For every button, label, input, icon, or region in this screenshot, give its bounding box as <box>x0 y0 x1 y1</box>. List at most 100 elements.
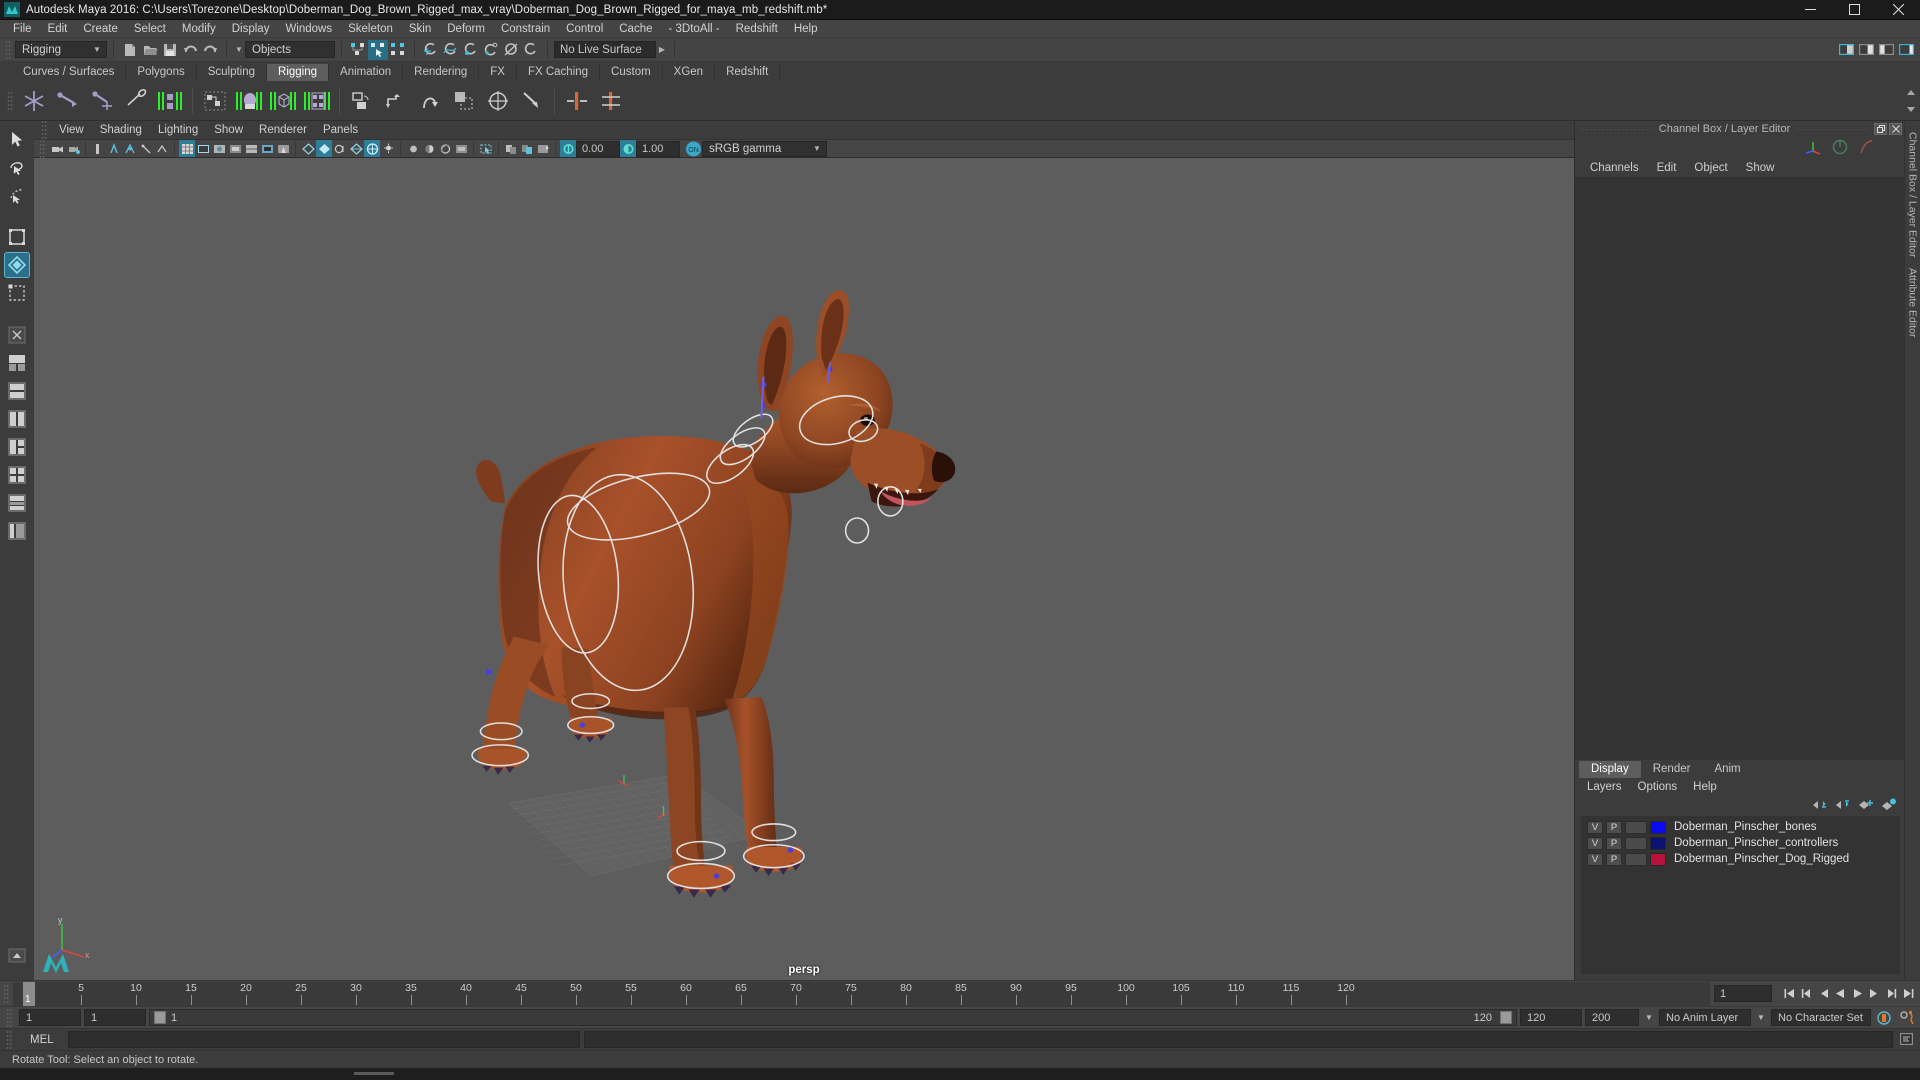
textured-icon[interactable] <box>364 140 380 157</box>
scale-tool-icon[interactable] <box>4 280 30 306</box>
close-button[interactable] <box>1876 0 1920 20</box>
minimize-button[interactable] <box>1788 0 1832 20</box>
rotate-tool-icon[interactable] <box>4 252 30 278</box>
create-deformer-icon[interactable] <box>562 85 592 117</box>
layout-hypergraph-icon[interactable] <box>4 518 30 544</box>
go-to-end-icon[interactable] <box>1901 986 1916 1002</box>
viewport-menu-shading[interactable]: Shading <box>92 121 150 139</box>
smooth-bind-icon[interactable] <box>268 85 298 117</box>
select-hierarchy-icon[interactable] <box>348 40 368 60</box>
motion-blur-icon[interactable] <box>453 140 469 157</box>
channel-menu-edit[interactable]: Edit <box>1648 159 1686 177</box>
layer-color-swatch[interactable] <box>1650 820 1666 834</box>
tool-settings-icon[interactable] <box>1876 40 1896 60</box>
channel-box-icon[interactable] <box>1896 40 1916 60</box>
shelf-grip[interactable] <box>7 90 14 111</box>
range-slider-left-knob[interactable] <box>154 1011 166 1024</box>
last-tool-icon[interactable] <box>4 322 30 348</box>
shaded-wireframe-icon[interactable] <box>348 140 364 157</box>
anim-end-field[interactable]: 200 <box>1585 1009 1639 1026</box>
layer-tab-render[interactable]: Render <box>1640 761 1703 778</box>
xray-icon[interactable] <box>503 140 519 157</box>
command-line-grip[interactable] <box>6 1029 13 1050</box>
channel-menu-show[interactable]: Show <box>1737 159 1784 177</box>
lasso-select-tool-icon[interactable] <box>4 154 30 180</box>
select-component-icon[interactable] <box>388 40 408 60</box>
range-start-field[interactable]: 1 <box>19 1009 81 1026</box>
move-tool-icon[interactable] <box>4 224 30 250</box>
snap-projected-icon[interactable] <box>481 40 501 60</box>
paint-skin-weights-icon[interactable] <box>234 85 264 117</box>
shelf-tab-redshift[interactable]: Redshift <box>715 64 781 81</box>
command-output[interactable] <box>584 1031 1893 1048</box>
menu-cache[interactable]: Cache <box>611 20 660 38</box>
selection-mask-chevron-icon[interactable]: ▼ <box>233 45 245 54</box>
layer-reserved-cell[interactable] <box>1625 820 1647 834</box>
gamma-toggle-icon[interactable] <box>620 140 636 157</box>
layer-playback-toggle[interactable]: P <box>1606 836 1622 850</box>
close-panel-icon[interactable] <box>1889 123 1902 135</box>
layout-persp-outliner-icon[interactable] <box>4 490 30 516</box>
color-management-selector[interactable]: sRGB gamma ▼ <box>702 140 827 157</box>
camera-attributes-icon[interactable] <box>90 140 106 157</box>
xray-joints-icon[interactable] <box>519 140 535 157</box>
go-to-start-icon[interactable] <box>1782 986 1797 1002</box>
render-settings-icon[interactable] <box>275 140 291 157</box>
create-ik-spline-handle-icon[interactable] <box>87 85 117 117</box>
make-live-icon[interactable] <box>521 40 541 60</box>
layer-tab-display[interactable]: Display <box>1579 761 1641 778</box>
shelf-tab-rigging[interactable]: Rigging <box>267 64 330 81</box>
layer-playback-toggle[interactable]: P <box>1606 820 1622 834</box>
new-layer-icon[interactable] <box>1858 798 1873 813</box>
shelf-tab-rendering[interactable]: Rendering <box>403 64 480 81</box>
layer-visibility-toggle[interactable]: V <box>1587 852 1603 866</box>
menu-redshift[interactable]: Redshift <box>728 20 786 38</box>
select-tool-icon[interactable] <box>4 126 30 152</box>
play-backwards-icon[interactable] <box>1833 986 1848 1002</box>
bind-skin-icon[interactable] <box>155 85 185 117</box>
table-row[interactable]: V P Doberman_Pinscher_bones <box>1581 819 1900 835</box>
smooth-shade-all-icon[interactable] <box>300 140 316 157</box>
play-forwards-icon[interactable] <box>1850 986 1865 1002</box>
point-constraint-icon[interactable] <box>381 85 411 117</box>
selection-mask-field[interactable]: Objects <box>245 41 335 58</box>
safe-title-icon[interactable] <box>259 140 275 157</box>
table-row[interactable]: V P Doberman_Pinscher_Dog_Rigged <box>1581 851 1900 867</box>
menu-skin[interactable]: Skin <box>401 20 439 38</box>
bookmarks-icon[interactable] <box>65 140 81 157</box>
range-slider-bar[interactable]: 1 120 <box>149 1009 1517 1026</box>
anim-layer-field[interactable]: No Anim Layer <box>1659 1009 1751 1026</box>
layout-more-icon[interactable] <box>4 943 30 969</box>
layer-menu-layers[interactable]: Layers <box>1579 778 1630 796</box>
image-plane-icon[interactable] <box>106 140 122 157</box>
command-language-label[interactable]: MEL <box>20 1034 64 1046</box>
interactive-bind-icon[interactable] <box>200 85 230 117</box>
command-input[interactable] <box>68 1031 580 1048</box>
wireframe-on-shaded-icon[interactable] <box>179 140 195 157</box>
script-editor-icon[interactable] <box>1897 1032 1917 1048</box>
redo-icon[interactable] <box>200 40 220 60</box>
viewport-grip[interactable] <box>41 120 48 140</box>
lattice-deformer-icon[interactable] <box>596 85 626 117</box>
step-forward-frame-icon[interactable] <box>1867 986 1882 1002</box>
live-surface-field[interactable]: No Live Surface <box>554 41 656 58</box>
range-slider-grip[interactable] <box>6 1007 13 1028</box>
layer-reserved-cell[interactable] <box>1625 836 1647 850</box>
shelf-tab-fx-caching[interactable]: FX Caching <box>516 64 601 81</box>
create-ik-handle-icon[interactable] <box>53 85 83 117</box>
snap-point-icon[interactable] <box>461 40 481 60</box>
two-d-pan-zoom-icon[interactable] <box>122 140 138 157</box>
live-surface-chevron-icon[interactable]: ▶ <box>656 45 668 54</box>
shelf-scroll-down-icon[interactable] <box>1906 102 1916 116</box>
shelf-scroll-up-icon[interactable] <box>1906 85 1916 99</box>
taskbar-item[interactable] <box>354 1072 394 1075</box>
isolate-select-icon[interactable] <box>478 140 494 157</box>
channel-box-content[interactable] <box>1575 177 1904 760</box>
pole-vector-constraint-icon[interactable] <box>517 85 547 117</box>
current-frame-field[interactable]: 1 <box>1714 985 1772 1002</box>
layer-color-swatch[interactable] <box>1650 852 1666 866</box>
select-object-icon[interactable] <box>368 39 388 60</box>
shelf-tab-fx[interactable]: FX <box>479 64 517 81</box>
move-layer-down-icon[interactable] <box>1835 798 1850 813</box>
channel-menu-object[interactable]: Object <box>1685 159 1736 177</box>
